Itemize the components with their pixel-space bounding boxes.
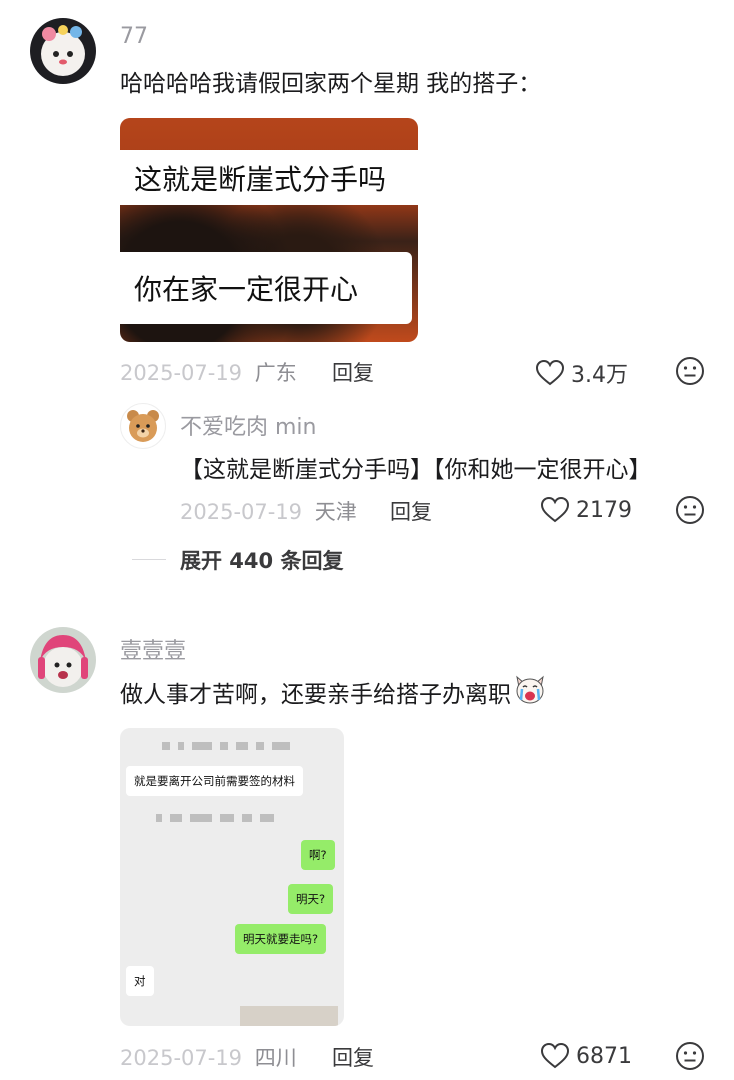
comment-image[interactable]: 这就是断崖式分手吗 你在家一定很开心 xyxy=(120,118,418,342)
chat-screenshot-image[interactable]: 就是要离开公司前需要签的材料 啊? 明天? 明天就要走吗? 对 xyxy=(120,728,344,1026)
crying-dog-emoji xyxy=(513,673,547,711)
comment-meta: 2025-07-19 广东 xyxy=(120,357,297,387)
reply-date: 2025-07-19 xyxy=(180,500,303,524)
like-count: 6871 xyxy=(576,1043,632,1069)
chat-message-received: 对 xyxy=(126,966,154,996)
comment-location: 四川 xyxy=(254,1046,297,1070)
reply-button[interactable]: 回复 xyxy=(332,1042,374,1072)
chat-message-received: 就是要离开公司前需要签的材料 xyxy=(126,766,303,796)
comment-text: 做人事才苦啊，还要亲手给搭子办离职 xyxy=(120,673,547,711)
reply-like-button[interactable]: 2179 xyxy=(540,496,632,524)
reply-avatar[interactable] xyxy=(120,403,166,449)
like-button[interactable]: 3.4万 xyxy=(535,357,628,389)
heart-outline-icon xyxy=(535,359,565,387)
meh-face-icon[interactable] xyxy=(675,356,705,386)
image-caption-bottom: 你在家一定很开心 xyxy=(120,252,412,324)
comment-meta: 2025-07-19 四川 xyxy=(120,1042,297,1072)
comment-username[interactable]: 壹壹壹 xyxy=(120,633,186,665)
comment-date: 2025-07-19 xyxy=(120,1046,243,1070)
reply-location: 天津 xyxy=(314,500,357,524)
comment-date: 2025-07-19 xyxy=(120,361,243,385)
like-count: 3.4万 xyxy=(571,363,628,388)
chat-message-sent: 明天? xyxy=(288,884,334,914)
blurred-line xyxy=(156,814,274,822)
comment-username[interactable]: 77 xyxy=(120,24,148,49)
expand-divider xyxy=(132,559,166,560)
image-caption-top: 这就是断崖式分手吗 xyxy=(120,150,418,205)
expand-replies-button[interactable]: 展开 440 条回复 xyxy=(180,545,343,575)
like-button[interactable]: 6871 xyxy=(540,1042,632,1070)
reply-like-count: 2179 xyxy=(576,497,632,523)
chat-image-thumbnail xyxy=(240,1006,338,1026)
reply-button[interactable]: 回复 xyxy=(332,357,374,387)
comment-text: 哈哈哈哈我请假回家两个星期 我的搭子： xyxy=(120,71,542,97)
blurred-header xyxy=(162,742,290,750)
comment-text-content: 做人事才苦啊，还要亲手给搭子办离职 xyxy=(120,682,511,708)
avatar[interactable] xyxy=(30,18,96,84)
chat-message-sent: 啊? xyxy=(301,840,335,870)
reply-reply-button[interactable]: 回复 xyxy=(390,496,432,526)
reply-username[interactable]: 不爱吃肉 min xyxy=(180,409,316,441)
reply-text: 【这就是断崖式分手吗】【你和她一定很开心】 xyxy=(180,457,652,483)
chat-message-sent: 明天就要走吗? xyxy=(235,924,327,954)
meh-face-icon[interactable] xyxy=(675,495,705,525)
heart-outline-icon xyxy=(540,496,570,524)
reply-meta: 2025-07-19 天津 xyxy=(180,496,357,526)
meh-face-icon[interactable] xyxy=(675,1041,705,1071)
comment-location: 广东 xyxy=(254,361,297,385)
heart-outline-icon xyxy=(540,1042,570,1070)
avatar[interactable] xyxy=(30,627,96,693)
